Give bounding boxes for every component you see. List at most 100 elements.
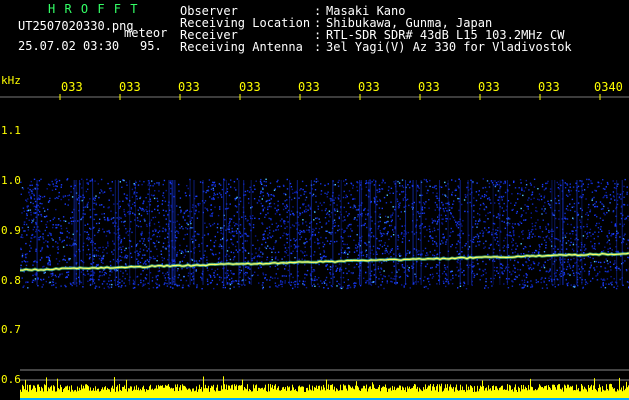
noise-dot (206, 256, 208, 258)
amplitude-bar (435, 390, 436, 398)
noise-dot (156, 197, 158, 200)
amplitude-bar (522, 389, 523, 398)
amplitude-bar (394, 386, 395, 398)
noise-dot (387, 231, 389, 233)
noise-dot (477, 263, 479, 265)
noise-dot (610, 221, 613, 223)
amplitude-bar (198, 389, 199, 398)
noise-dot (490, 277, 492, 280)
amplitude-bar (361, 388, 362, 398)
noise-dot (457, 185, 459, 187)
noise-dot (400, 211, 402, 213)
noise-dot (156, 255, 159, 257)
noise-dot (119, 205, 121, 208)
noise-dot (122, 272, 124, 274)
noise-dot (89, 209, 91, 211)
noise-dot (442, 208, 445, 210)
amplitude-bar (250, 390, 251, 398)
noise-dot (52, 183, 54, 185)
noise-dot (601, 230, 603, 232)
amplitude-bar (433, 384, 434, 398)
noise-dot (213, 192, 215, 194)
noise-dot (591, 191, 594, 193)
noise-dot (230, 238, 232, 241)
noise-dot (432, 237, 434, 239)
noise-dot (286, 226, 288, 228)
noise-dot (478, 268, 481, 271)
amplitude-bar (98, 388, 99, 398)
noise-dot (245, 266, 247, 268)
noise-dot (377, 221, 380, 223)
amplitude-bar (402, 386, 403, 398)
noise-dot (594, 243, 596, 245)
noise-dot (602, 250, 605, 252)
noise-dot (80, 271, 83, 273)
noise-dot (71, 196, 74, 198)
noise-dot (292, 206, 294, 208)
noise-dot (557, 248, 559, 250)
noise-dot (435, 185, 437, 187)
noise-dot (546, 235, 549, 237)
noise-dot (47, 241, 49, 243)
noise-dot (187, 187, 189, 190)
noise-dot (87, 182, 89, 184)
amplitude-bar (67, 385, 68, 398)
noise-dot (84, 274, 86, 276)
noise-dot (119, 200, 121, 203)
noise-dot (34, 200, 37, 203)
noise-dot (501, 196, 503, 199)
noise-dot (455, 224, 458, 226)
noise-dot (157, 205, 159, 207)
noise-dot (93, 255, 95, 257)
noise-dot (271, 223, 273, 225)
noise-dot (347, 253, 349, 255)
noise-dot (338, 228, 341, 231)
noise-dot (314, 251, 316, 253)
noise-dot (584, 263, 586, 266)
noise-dot (488, 231, 490, 233)
noise-dot (417, 184, 419, 187)
noise-dot (267, 212, 269, 214)
noise-dot (313, 183, 315, 186)
noise-dot (262, 282, 264, 284)
amplitude-bar (550, 388, 551, 398)
noise-dot (198, 211, 200, 213)
noise-dot (265, 274, 267, 276)
noise-dot (126, 184, 128, 186)
noise-dot (425, 218, 427, 220)
noise-dot (624, 233, 626, 235)
noise-dot (542, 219, 544, 221)
noise-dot (594, 203, 596, 205)
noise-dot (451, 207, 453, 209)
noise-dot (162, 209, 165, 211)
noise-dot (477, 241, 479, 243)
time-label: 033 (61, 80, 83, 94)
amplitude-bar (194, 391, 195, 398)
amplitude-bar (106, 389, 107, 398)
noise-dot (346, 182, 348, 185)
noise-dot (123, 193, 126, 195)
noise-dot (456, 243, 458, 245)
noise-dot (105, 235, 108, 237)
noise-dot (626, 204, 629, 206)
noise-dot (434, 241, 436, 243)
amplitude-bar (197, 391, 198, 398)
amplitude-bar (323, 384, 324, 398)
noise-dot (276, 209, 278, 212)
noise-dot (88, 258, 91, 260)
noise-dot (292, 212, 294, 215)
noise-dot (390, 214, 392, 217)
noise-dot (270, 206, 272, 208)
noise-dot (232, 252, 235, 254)
noise-dot (41, 249, 43, 251)
noise-dot (299, 189, 301, 191)
noise-dot (347, 225, 349, 227)
noise-dot (610, 276, 612, 278)
noise-dot (530, 194, 533, 196)
noise-dot (342, 276, 345, 279)
noise-dot (48, 232, 51, 234)
noise-dot (609, 194, 612, 196)
amplitude-bar (265, 384, 266, 398)
noise-dot (68, 232, 70, 234)
noise-dot (612, 180, 614, 182)
